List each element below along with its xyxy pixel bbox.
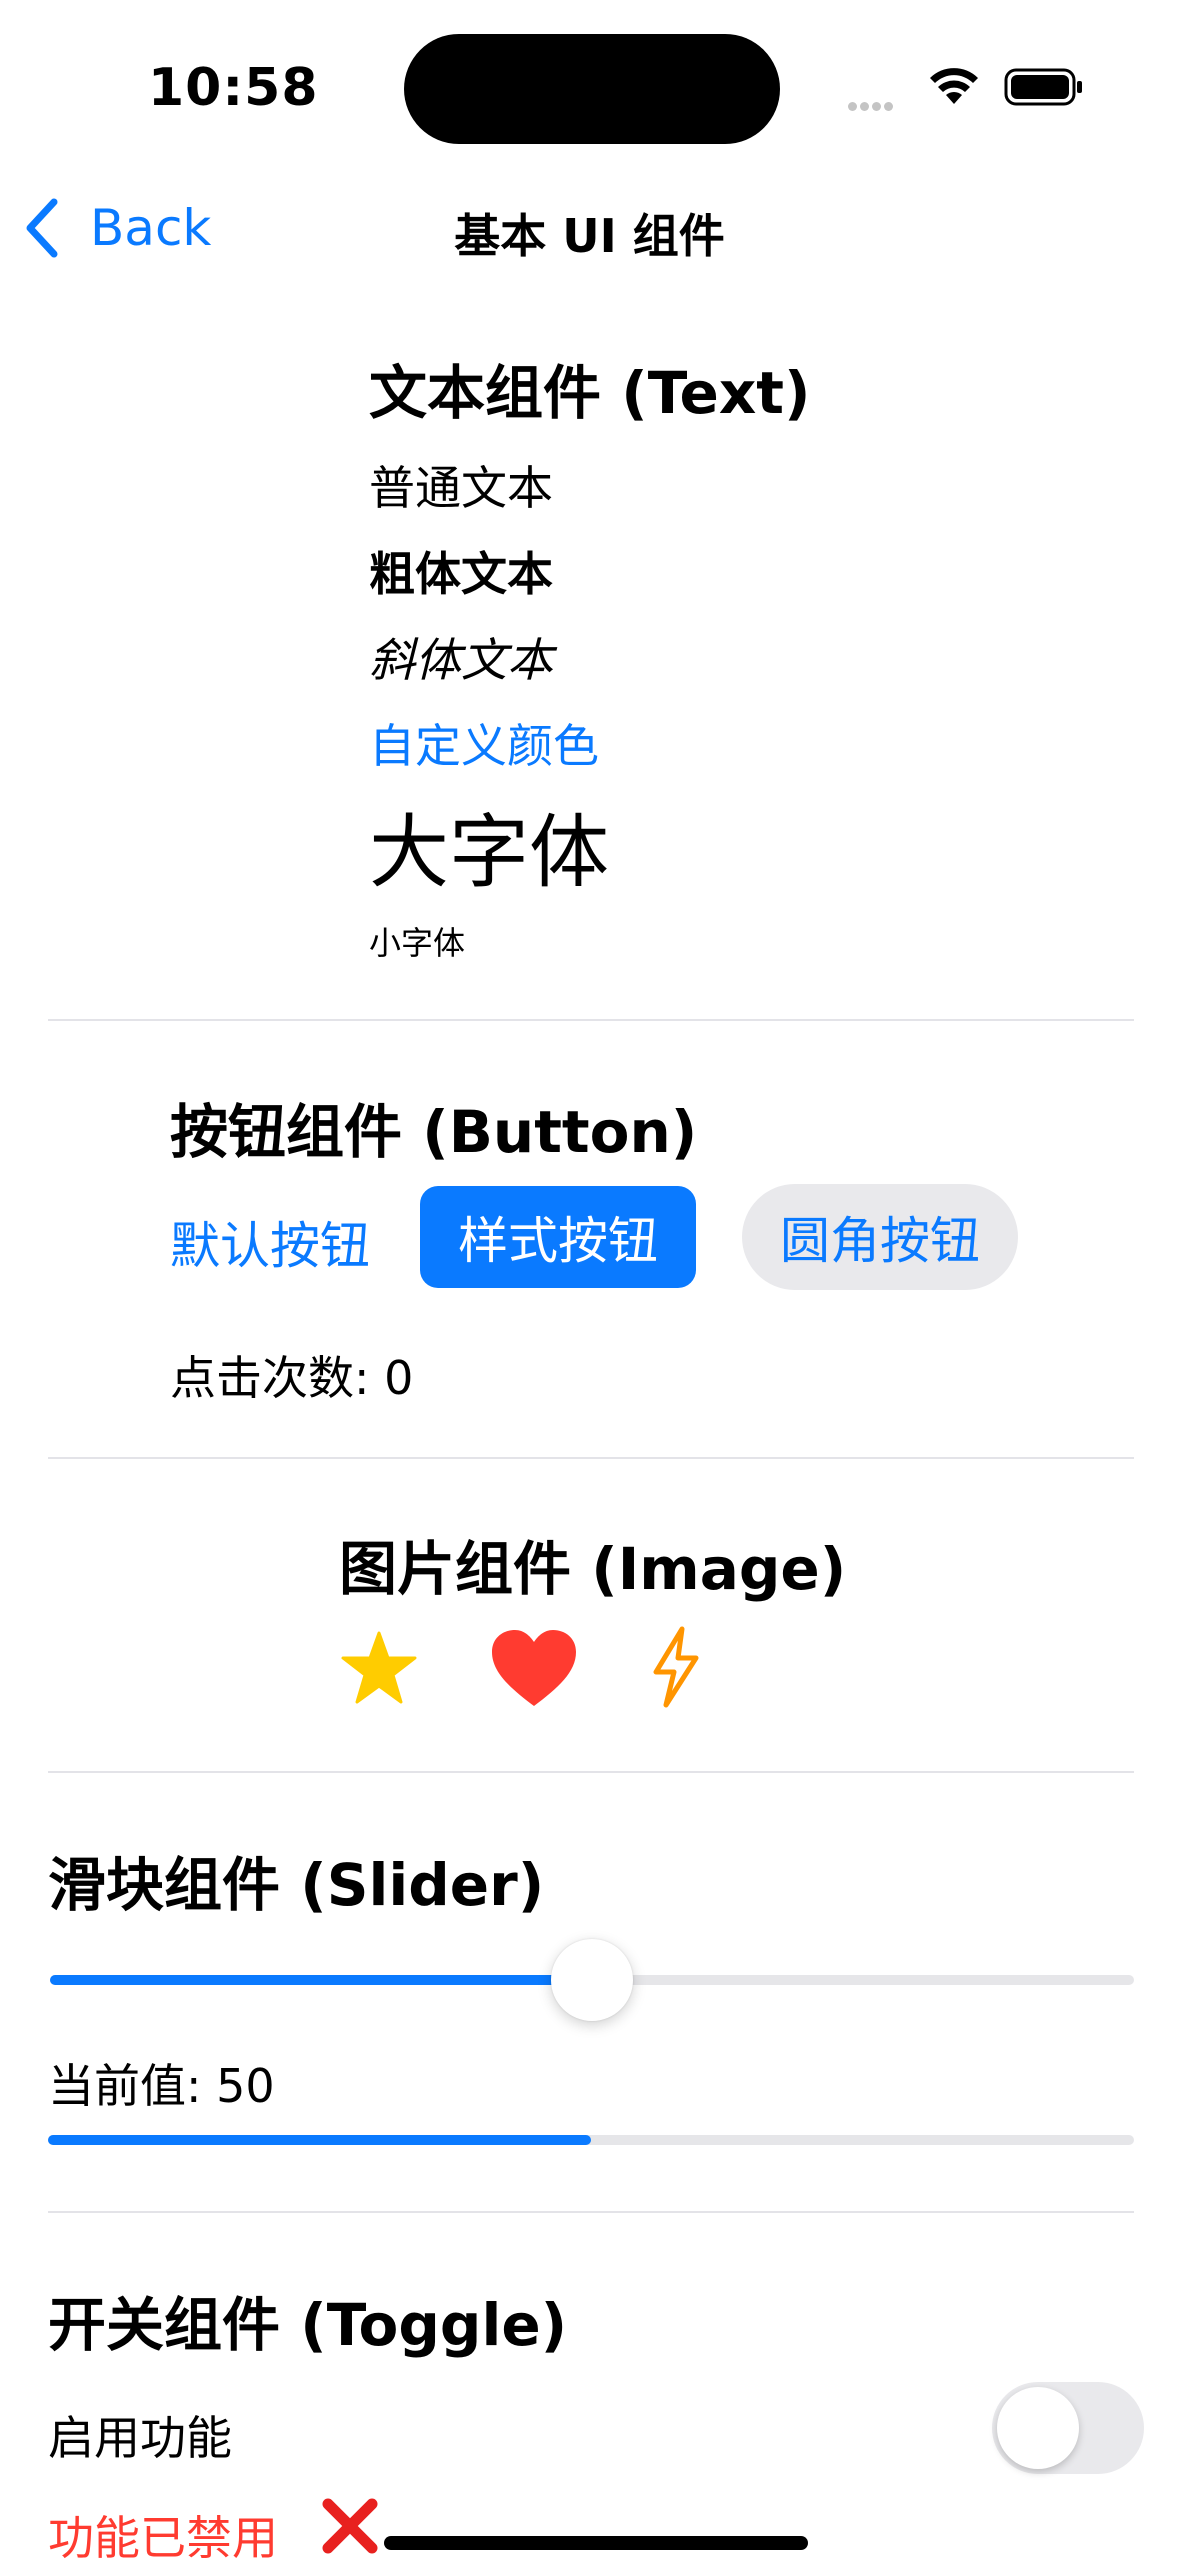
image-section-title: 图片组件 (Image) — [339, 1535, 847, 1603]
slider-section-title: 滑块组件 (Slider) — [48, 1851, 545, 1919]
italic-text: 斜体文本 — [369, 633, 553, 687]
cellular-signal-icon — [848, 96, 908, 111]
large-text: 大字体 — [369, 806, 609, 899]
divider — [48, 1019, 1134, 1021]
slider-thumb[interactable] — [551, 1939, 633, 2021]
slider-value-label: 当前值: 50 — [48, 2059, 275, 2113]
bold-text: 粗体文本 — [369, 547, 553, 601]
wifi-icon — [930, 68, 978, 104]
toggle-label: 启用功能 — [48, 2411, 232, 2465]
page-title: 基本 UI 组件 — [454, 209, 725, 263]
battery-icon — [1004, 68, 1082, 106]
toggle-knob — [997, 2387, 1079, 2469]
slider-fill — [50, 1975, 592, 1985]
divider — [48, 1771, 1134, 1773]
cross-mark-icon — [322, 2498, 378, 2554]
click-count: 点击次数: 0 — [170, 1351, 414, 1405]
text-section-title: 文本组件 (Text) — [369, 359, 811, 427]
styled-button[interactable]: 样式按钮 — [420, 1186, 696, 1288]
button-section-title: 按钮组件 (Button) — [170, 1098, 698, 1166]
heart-icon — [492, 1630, 576, 1706]
toggle-section-title: 开关组件 (Toggle) — [48, 2291, 568, 2359]
small-text: 小字体 — [369, 924, 466, 962]
dynamic-island — [404, 34, 780, 144]
status-time: 10:58 — [148, 58, 319, 118]
toggle-status-text: 功能已禁用 — [48, 2511, 278, 2565]
divider — [48, 1457, 1134, 1459]
rounded-button[interactable]: 圆角按钮 — [742, 1184, 1018, 1290]
default-button[interactable]: 默认按钮 — [170, 1206, 370, 1278]
colored-text: 自定义颜色 — [369, 719, 599, 773]
bolt-icon — [653, 1626, 699, 1708]
normal-text: 普通文本 — [369, 461, 553, 515]
feature-toggle[interactable] — [992, 2382, 1144, 2474]
progress-fill — [48, 2135, 591, 2145]
divider — [48, 2211, 1134, 2213]
home-indicator — [384, 2536, 808, 2550]
star-icon — [341, 1631, 417, 1704]
